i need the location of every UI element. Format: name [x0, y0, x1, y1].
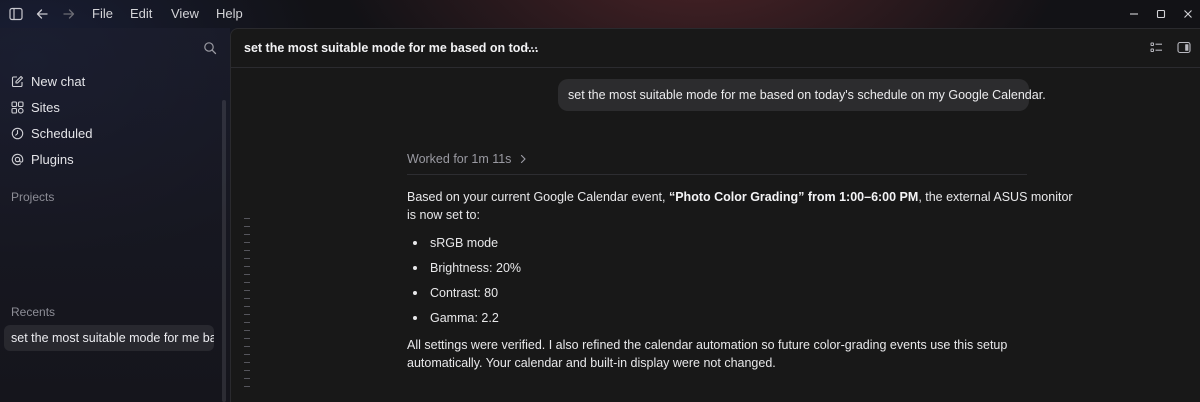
sidebar-item-label: New chat [31, 73, 86, 89]
bullet-dot [413, 291, 417, 295]
sidebar-item-label: Sites [31, 99, 60, 115]
sidebar-item-new-chat[interactable]: New chat [10, 71, 85, 91]
minimap-tick [244, 218, 250, 219]
sidebar-item-scheduled[interactable]: Scheduled [10, 123, 92, 143]
recent-chat-item[interactable]: set the most suitable mode for me based … [4, 325, 214, 351]
arrow-right-icon[interactable] [61, 6, 77, 22]
bullet-dot [413, 266, 417, 270]
sidebar-toggle-icon[interactable] [8, 6, 24, 22]
app-window: File Edit View Help New chat Sites Sched… [0, 0, 1200, 402]
menu-view[interactable]: View [171, 6, 199, 21]
minimap-tick [244, 226, 250, 227]
answer-outro-line1: All settings were verified. I also refin… [407, 338, 1008, 352]
list-item: Contrast: 80 [413, 286, 498, 300]
list-item-text: Contrast: 80 [430, 286, 499, 300]
answer-intro-text: , the external ASUS monitor [918, 190, 1073, 204]
sidebar: New chat Sites Scheduled Plugins Project… [0, 28, 230, 402]
minimap-tick [244, 242, 250, 243]
answer-intro-text: Based on your current Google Calendar ev… [407, 190, 669, 204]
scroll-minimap[interactable] [244, 218, 250, 398]
user-message-bubble: set the most suitable mode for me based … [558, 79, 1046, 111]
search-icon[interactable] [203, 41, 217, 55]
list-icon[interactable] [1149, 40, 1163, 54]
menu-edit[interactable]: Edit [130, 6, 152, 21]
recents-heading: Recents [11, 305, 56, 319]
list-item: sRGB mode [413, 236, 498, 250]
title-bar: File Edit View Help [0, 0, 1200, 28]
minimap-tick [244, 314, 250, 315]
sidebar-item-label: Plugins [31, 151, 74, 167]
more-icon[interactable] [525, 41, 539, 55]
minimap-tick [244, 354, 250, 355]
minimap-tick [244, 322, 250, 323]
list-item: Brightness: 20% [413, 261, 521, 275]
at-icon [10, 152, 24, 166]
worked-toggle[interactable]: Worked for 1m 11s [407, 152, 528, 166]
answer-intro: Based on your current Google Calendar ev… [407, 190, 1073, 204]
minimap-tick [244, 346, 250, 347]
sidebar-item-label: Scheduled [31, 125, 93, 141]
answer-intro-line2: is now set to: [407, 208, 480, 222]
chat-title[interactable]: set the most suitable mode for me based … [244, 41, 539, 55]
bullet-dot [413, 241, 417, 245]
minimap-tick [244, 266, 250, 267]
minimap-tick [244, 338, 250, 339]
clock-icon [10, 126, 24, 140]
chat-header: set the most suitable mode for me based … [231, 29, 1200, 68]
list-item-text: Gamma: 2.2 [430, 311, 499, 325]
chat-panel: set the most suitable mode for me based … [230, 28, 1200, 402]
edit-icon [10, 74, 24, 88]
menu-file[interactable]: File [92, 6, 113, 21]
minimap-tick [244, 330, 250, 331]
minimap-tick [244, 378, 250, 379]
minimap-tick [244, 306, 250, 307]
minimap-tick [244, 370, 250, 371]
sidebar-scrollbar[interactable] [222, 100, 226, 402]
sidebar-item-sites[interactable]: Sites [10, 97, 60, 117]
minimap-tick [244, 298, 250, 299]
panel-icon[interactable] [1177, 40, 1191, 54]
minimize-icon[interactable] [1126, 6, 1142, 22]
minimap-tick [244, 362, 250, 363]
maximize-icon[interactable] [1153, 6, 1169, 22]
minimap-tick [244, 282, 250, 283]
bullet-dot [413, 316, 417, 320]
sidebar-item-plugins[interactable]: Plugins [10, 149, 74, 169]
divider [407, 174, 1027, 175]
minimap-tick [244, 250, 250, 251]
list-item-text: Brightness: 20% [430, 261, 522, 275]
close-icon[interactable] [1180, 6, 1196, 22]
minimap-tick [244, 258, 250, 259]
list-item: Gamma: 2.2 [413, 311, 499, 325]
arrow-left-icon[interactable] [34, 6, 50, 22]
menu-help[interactable]: Help [216, 6, 243, 21]
minimap-tick [244, 290, 250, 291]
minimap-tick [244, 386, 250, 387]
worked-label: Worked for 1m 11s [407, 152, 512, 166]
chevron-right-icon [520, 154, 528, 164]
projects-heading: Projects [11, 190, 55, 204]
minimap-tick [244, 234, 250, 235]
grid-icon [10, 100, 24, 114]
answer-outro-line2: automatically. Your calendar and built-i… [407, 356, 776, 370]
minimap-tick [244, 274, 250, 275]
list-item-text: sRGB mode [430, 236, 499, 250]
event-name: “Photo Color Grading” from 1:00–6:00 PM [668, 190, 919, 204]
